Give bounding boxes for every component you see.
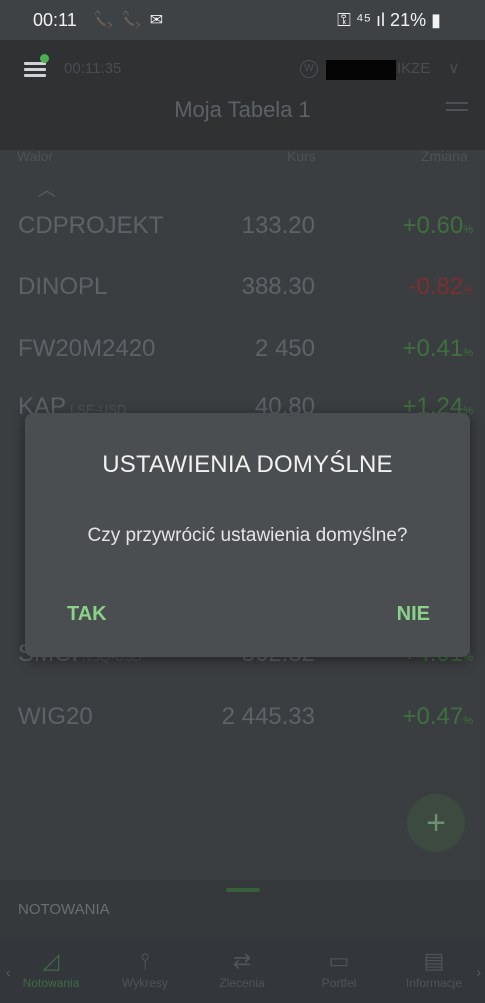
row-price: 2 445.33: [221, 703, 315, 730]
nav-item-zlecenia[interactable]: ⇄ Zlecenia: [196, 946, 288, 990]
dialog-message: Czy przywrócić ustawienia domyślne?: [87, 525, 408, 546]
filter-icon[interactable]: [446, 102, 468, 118]
chevron-right-icon[interactable]: ›: [476, 964, 481, 980]
call-icon: 📞 📞 ✉: [93, 12, 166, 29]
notowania-icon: ◿: [42, 948, 60, 973]
row-change: +0.41%: [402, 335, 473, 362]
nav-label: Wykresy: [122, 976, 168, 990]
redacted-account-number: [326, 60, 396, 80]
status-right-icons: ⚿ ⁴⁵ ıl 21% ▮: [337, 10, 441, 30]
nav-item-portfel[interactable]: ▭ Portfel: [293, 946, 385, 990]
row-price: 133.20: [241, 212, 315, 239]
row-price: 2 450: [254, 335, 315, 362]
sort-asc-icon[interactable]: ︿: [38, 176, 56, 202]
dialog-title: USTAWIENIA DOMYŚLNE: [102, 451, 393, 478]
bottom-panel: NOTOWANIA ‹ ◿ Notowania ⫯ Wykresy ⇄ Zlec…: [0, 880, 485, 1003]
bottom-nav: ‹ ◿ Notowania ⫯ Wykresy ⇄ Zlecenia ▭ Por…: [0, 940, 485, 1003]
column-header-kurs[interactable]: Kurs: [287, 148, 316, 164]
yes-button[interactable]: TAK: [67, 603, 107, 626]
row-symbol: CDPROJEKT: [18, 212, 164, 239]
row-change: +0.60%: [402, 212, 473, 239]
orders-icon: ⇄: [232, 948, 252, 973]
nav-label: Informacje: [405, 976, 463, 990]
row-symbol: FW20M2420: [18, 335, 156, 362]
table-row[interactable]: CDPROJEKT 133.20 +0.60%: [0, 212, 485, 262]
wallet-icon: ▭: [328, 948, 350, 973]
candlestick-icon: ⫯: [140, 948, 150, 973]
reset-defaults-dialog: USTAWIENIA DOMYŚLNE Czy przywrócić ustaw…: [25, 413, 470, 657]
row-symbol: WIG20: [18, 703, 93, 730]
status-bar: 00:11 📞 📞 ✉ ⚿ ⁴⁵ ıl 21% ▮: [0, 0, 485, 40]
table-row[interactable]: FW20M2420 2 450 +0.41%: [0, 335, 485, 385]
column-header-walor[interactable]: Walor: [17, 148, 53, 164]
drag-handle[interactable]: [226, 888, 260, 892]
table-row[interactable]: WIG20 2 445.33 +0.47%: [0, 703, 485, 753]
add-button[interactable]: +: [407, 794, 465, 852]
account-type-icon: W: [300, 60, 318, 78]
nav-item-informacje[interactable]: ▤ Informacje: [388, 946, 480, 990]
nav-item-notowania[interactable]: ◿ Notowania: [5, 946, 97, 990]
app-header: [0, 40, 485, 150]
page-title[interactable]: Moja Tabela 1: [0, 97, 485, 123]
row-price: 388.30: [241, 273, 315, 300]
account-type-label[interactable]: IKZE: [397, 60, 430, 77]
menu-icon[interactable]: [24, 54, 49, 77]
panel-label: NOTOWANIA: [18, 901, 110, 918]
news-icon: ▤: [423, 948, 445, 973]
no-button[interactable]: NIE: [397, 603, 430, 626]
row-change: +0.47%: [402, 703, 473, 730]
nav-label: Zlecenia: [219, 976, 265, 990]
status-dot-icon: [40, 54, 49, 63]
nav-item-wykresy[interactable]: ⫯ Wykresy: [99, 946, 191, 990]
status-time: 00:11: [33, 10, 77, 30]
table-row[interactable]: DINOPL 388.30 -0.82%: [0, 273, 485, 323]
row-symbol: DINOPL: [18, 273, 108, 300]
chevron-down-icon[interactable]: ∨: [448, 58, 460, 78]
nav-label: Portfel: [321, 976, 357, 990]
nav-label: Notowania: [22, 976, 80, 990]
column-header-zmiana[interactable]: Zmiana: [421, 148, 468, 164]
row-change: -0.82%: [408, 273, 473, 300]
session-clock: 00:11:35: [64, 60, 122, 77]
